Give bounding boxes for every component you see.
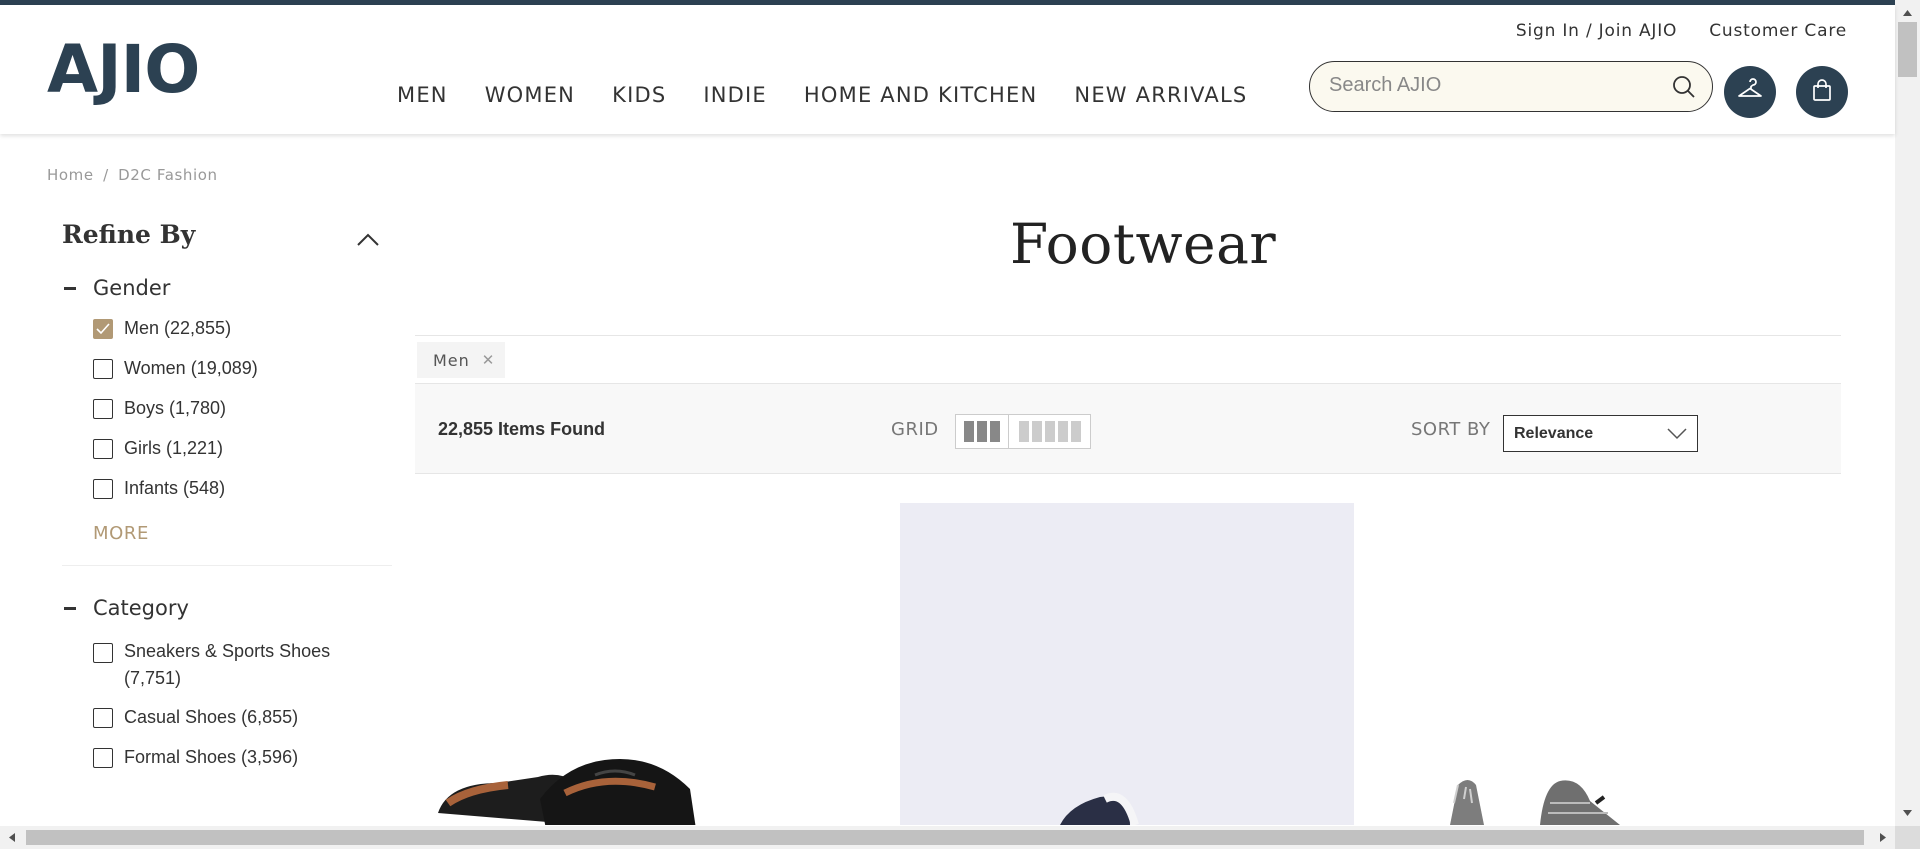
scrollbar-corner	[1895, 826, 1920, 849]
breadcrumb: Home / D2C Fashion	[47, 166, 222, 184]
grid-selector	[955, 414, 1091, 449]
main-nav: MEN WOMEN KIDS INDIE HOME AND KITCHEN NE…	[397, 83, 1284, 107]
filter-sidebar: Refine By Gender Men (22,855) Women (19,…	[62, 220, 392, 768]
horizontal-scrollbar[interactable]	[0, 826, 1895, 849]
sandal-product-image	[438, 759, 696, 825]
search-input[interactable]	[1329, 74, 1649, 97]
page-title: Footwear	[1010, 212, 1277, 276]
filter-chip-men: Men ✕	[417, 342, 506, 378]
sort-by-label: SORT BY	[1411, 419, 1491, 440]
product-card-3[interactable]	[1420, 503, 1750, 825]
collapse-icon	[64, 606, 76, 610]
gender-more-link[interactable]: MORE	[93, 523, 392, 544]
product-card-1[interactable]	[430, 503, 760, 825]
gender-option-boys[interactable]: Boys (1,780)	[62, 398, 392, 419]
cart-button[interactable]	[1796, 66, 1848, 118]
hanger-icon	[1737, 78, 1763, 106]
items-found-count: 22,855 Items Found	[438, 419, 606, 439]
option-label: Sneakers & Sports Shoes (7,751)	[124, 641, 331, 688]
vertical-scrollbar[interactable]	[1895, 0, 1920, 826]
option-label: Boys (1,780)	[124, 398, 227, 418]
search-icon[interactable]	[1672, 75, 1696, 103]
scroll-right-icon	[1880, 833, 1886, 842]
gender-label: Gender	[93, 276, 171, 300]
top-links: Sign In / Join AJIO Customer Care	[1516, 21, 1847, 41]
scrollbar-thumb[interactable]	[1898, 22, 1917, 77]
search-box	[1309, 61, 1713, 112]
checkbox[interactable]	[93, 438, 113, 459]
applied-filters-bar: Men ✕	[415, 335, 1841, 384]
category-option-sneakers[interactable]: Sneakers & Sports Shoes (7,751)	[62, 638, 392, 692]
scroll-up-icon	[1903, 10, 1912, 16]
nav-new-arrivals[interactable]: NEW ARRIVALS	[1074, 83, 1247, 107]
refine-by-heading: Refine By	[62, 220, 196, 249]
category-option-casual-shoes[interactable]: Casual Shoes (6,855)	[62, 707, 392, 728]
site-header: AJIO Sign In / Join AJIO Customer Care M…	[0, 5, 1895, 134]
sign-in-link[interactable]: Sign In / Join AJIO	[1516, 21, 1677, 41]
collapse-icon	[64, 286, 76, 290]
listing-toolbar: 22,855 Items Found GRID SORT BY Relevanc…	[415, 384, 1841, 474]
filter-divider	[62, 565, 392, 566]
checkbox[interactable]	[93, 478, 113, 499]
nav-men[interactable]: MEN	[397, 83, 448, 107]
scrollbar-thumb[interactable]	[26, 830, 1864, 845]
chevron-up-icon[interactable]	[356, 232, 380, 251]
category-label: Category	[93, 596, 189, 620]
option-label: Women (19,089)	[124, 358, 258, 378]
sneaker-product-image	[900, 503, 1354, 825]
scroll-left-icon	[9, 833, 15, 842]
option-label: Infants (548)	[124, 478, 226, 498]
wishlist-button[interactable]	[1724, 66, 1776, 118]
sort-value: Relevance	[1514, 425, 1594, 442]
checkbox[interactable]	[93, 358, 113, 379]
option-label: Girls (1,221)	[124, 438, 224, 458]
option-label: Formal Shoes (3,596)	[124, 747, 299, 767]
grid-5-column-button[interactable]	[1009, 415, 1090, 448]
checkbox[interactable]	[93, 707, 113, 728]
chip-label: Men	[433, 350, 470, 370]
gender-option-infants[interactable]: Infants (548)	[62, 478, 392, 499]
nav-women[interactable]: WOMEN	[485, 83, 575, 107]
checkbox[interactable]	[93, 747, 113, 768]
option-label: Casual Shoes (6,855)	[124, 707, 299, 727]
grid-label: GRID	[891, 419, 939, 440]
breadcrumb-separator: /	[103, 166, 109, 184]
product-card-2[interactable]	[900, 503, 1354, 825]
nav-home-and-kitchen[interactable]: HOME AND KITCHEN	[804, 83, 1038, 107]
sneaker-product-image	[1450, 780, 1620, 825]
gender-option-men[interactable]: Men (22,855)	[62, 318, 392, 339]
ajio-logo[interactable]: AJIO	[47, 37, 200, 103]
checkmark-icon	[96, 322, 110, 334]
sort-dropdown[interactable]: Relevance	[1503, 415, 1698, 452]
customer-care-link[interactable]: Customer Care	[1709, 21, 1847, 41]
category-filter-header[interactable]: Category	[64, 596, 392, 620]
breadcrumb-home[interactable]: Home	[47, 166, 94, 184]
option-label: Men (22,855)	[124, 318, 232, 338]
gender-option-women[interactable]: Women (19,089)	[62, 358, 392, 379]
checkbox[interactable]	[93, 643, 113, 663]
gender-filter-header[interactable]: Gender	[64, 276, 392, 300]
category-option-formal-shoes[interactable]: Formal Shoes (3,596)	[62, 747, 392, 768]
checkbox[interactable]	[93, 398, 113, 419]
breadcrumb-d2c-fashion[interactable]: D2C Fashion	[118, 166, 218, 184]
close-icon[interactable]: ✕	[482, 351, 496, 369]
chevron-down-icon	[1667, 427, 1687, 445]
nav-kids[interactable]: KIDS	[612, 83, 666, 107]
scroll-down-icon	[1903, 810, 1912, 816]
gender-option-girls[interactable]: Girls (1,221)	[62, 438, 392, 459]
nav-indie[interactable]: INDIE	[703, 83, 767, 107]
grid-3-column-button[interactable]	[956, 415, 1009, 448]
shopping-bag-icon	[1812, 79, 1832, 105]
checkbox[interactable]	[93, 318, 113, 339]
